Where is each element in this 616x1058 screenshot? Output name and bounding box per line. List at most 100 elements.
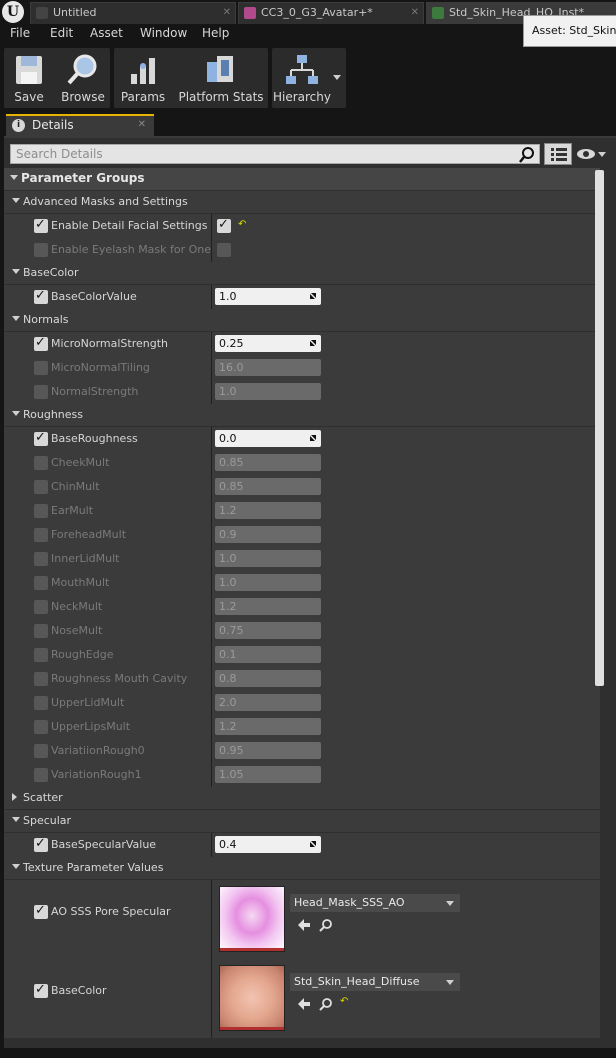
override-checkbox[interactable] [34, 243, 48, 257]
param-name-cell: NeckMult [4, 595, 211, 619]
hierarchy-button[interactable]: Hierarchy [272, 48, 332, 108]
drag-handle-icon [310, 293, 316, 299]
menu-help[interactable]: Help [202, 26, 229, 40]
override-checkbox[interactable] [34, 672, 48, 686]
override-checkbox[interactable] [34, 624, 48, 638]
collapse-arrow-icon[interactable] [12, 269, 20, 274]
group-header-roughness[interactable]: Roughness [4, 404, 600, 426]
browse-asset-icon[interactable] [318, 917, 334, 933]
param-name-cell: UpperLipsMult [4, 715, 211, 739]
expand-arrow-icon[interactable] [12, 793, 17, 801]
texture-asset-combo[interactable]: Head_Mask_SSS_AO [290, 894, 460, 912]
menu-edit[interactable]: Edit [50, 26, 73, 40]
param-name-cell: ForeheadMult [4, 523, 211, 547]
chevron-down-icon [446, 901, 454, 906]
override-checkbox[interactable] [34, 480, 48, 494]
platform-stats-button[interactable]: Platform Stats [174, 48, 268, 108]
menu-file[interactable]: File [10, 26, 30, 40]
eye-icon[interactable] [575, 146, 609, 162]
param-value-cell: Head_Mask_SSS_AO [212, 880, 600, 959]
group-header-basecolor[interactable]: BaseColor [4, 262, 600, 284]
browse-asset-icon[interactable] [318, 996, 334, 1012]
texture-thumbnail[interactable] [219, 965, 285, 1031]
reset-to-default-icon[interactable]: ↶ [340, 996, 348, 1007]
material-icon [244, 7, 256, 19]
tab-cc3-avatar[interactable]: CC3_0_G3_Avatar+* ✕ [238, 2, 424, 24]
override-checkbox[interactable] [34, 982, 48, 998]
expand-arrow-icon[interactable] [10, 175, 18, 180]
collapse-arrow-icon[interactable] [12, 817, 20, 822]
view-options-button[interactable] [544, 143, 572, 165]
override-checkbox[interactable] [34, 720, 48, 734]
override-checkbox[interactable] [34, 576, 48, 590]
param-row: NormalStrength 1.0 [4, 380, 600, 404]
param-label: ForeheadMult [51, 528, 127, 541]
group-header-texture-parameter-values[interactable]: Texture Parameter Values [4, 857, 600, 879]
texture-thumbnail[interactable] [219, 886, 285, 952]
override-checkbox[interactable] [34, 744, 48, 758]
chevron-down-icon[interactable] [332, 74, 342, 82]
group-header-normals[interactable]: Normals [4, 309, 600, 331]
param-value-cell: 1.0 [212, 380, 600, 404]
override-checkbox[interactable] [34, 456, 48, 470]
unreal-logo-icon[interactable]: U [2, 1, 24, 23]
param-row: BaseRoughness 0.0 [4, 427, 600, 451]
group-header-specular[interactable]: Specular [4, 810, 600, 832]
override-checkbox[interactable] [34, 768, 48, 782]
param-row: CheekMult 0.85 [4, 451, 600, 475]
save-button[interactable]: Save [4, 48, 54, 108]
param-name-cell: InnerLidMult [4, 547, 211, 571]
menu-window[interactable]: Window [140, 26, 187, 40]
override-checkbox[interactable] [34, 217, 48, 233]
browse-button[interactable]: Browse [56, 48, 110, 108]
params-button[interactable]: Params [114, 48, 172, 108]
override-checkbox[interactable] [34, 552, 48, 566]
scalar-value: 1.0 [219, 552, 237, 565]
menu-asset[interactable]: Asset [90, 26, 123, 40]
use-selected-arrow-icon[interactable] [296, 917, 312, 933]
override-checkbox[interactable] [34, 648, 48, 662]
override-checkbox[interactable] [34, 903, 48, 919]
scrollbar[interactable] [595, 170, 604, 686]
param-label: Enable Detail Facial Settings [51, 219, 208, 232]
close-icon[interactable]: ✕ [138, 119, 146, 130]
group-header-advanced-masks-and-settings[interactable]: Advanced Masks and Settings [4, 191, 600, 213]
collapse-arrow-icon[interactable] [12, 864, 20, 869]
override-checkbox[interactable] [34, 288, 48, 304]
override-checkbox[interactable] [34, 335, 48, 351]
reset-to-default-icon[interactable]: ↶ [238, 219, 246, 230]
scalar-value-field[interactable]: 1.0 [215, 288, 321, 305]
param-label: VariationRough1 [51, 768, 142, 781]
close-icon[interactable]: ✕ [223, 3, 231, 23]
override-checkbox[interactable] [34, 836, 48, 852]
texture-asset-combo[interactable]: Std_Skin_Head_Diffuse [290, 973, 460, 991]
override-checkbox[interactable] [34, 361, 48, 375]
parameter-groups-header[interactable]: Parameter Groups [4, 168, 600, 190]
override-checkbox[interactable] [34, 696, 48, 710]
tab-untitled[interactable]: Untitled ✕ [30, 2, 236, 24]
close-icon[interactable]: ✕ [411, 3, 419, 23]
override-checkbox[interactable] [34, 430, 48, 446]
scalar-value-field[interactable]: 0.0 [215, 430, 321, 447]
param-value-cell: 1.05 [212, 763, 600, 787]
param-label: Roughness Mouth Cavity [51, 672, 188, 685]
use-selected-arrow-icon[interactable] [296, 996, 312, 1012]
scalar-value-field[interactable]: 0.4 [215, 836, 321, 853]
collapse-arrow-icon[interactable] [12, 198, 20, 203]
param-row: BaseSpecularValue 0.4 [4, 833, 600, 857]
override-checkbox[interactable] [34, 600, 48, 614]
scalar-value-field[interactable]: 0.25 [215, 335, 321, 352]
tab-details[interactable]: i Details ✕ [6, 114, 154, 136]
override-checkbox[interactable] [34, 504, 48, 518]
override-checkbox[interactable] [34, 528, 48, 542]
override-checkbox[interactable] [34, 385, 48, 399]
group-header-scatter[interactable]: Scatter [4, 787, 600, 809]
search-input[interactable] [10, 144, 540, 164]
collapse-arrow-icon[interactable] [12, 411, 20, 416]
search-icon[interactable] [518, 146, 536, 164]
collapse-arrow-icon[interactable] [12, 316, 20, 321]
bool-value-checkbox[interactable] [217, 217, 231, 233]
status-strip [0, 1048, 616, 1058]
param-row: InnerLidMult 1.0 [4, 547, 600, 571]
platform-stats-icon [207, 56, 233, 82]
